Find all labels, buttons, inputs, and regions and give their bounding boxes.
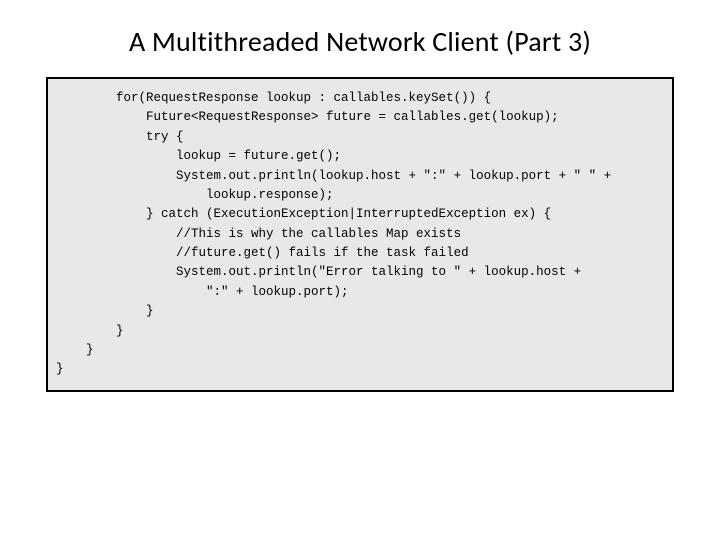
slide-title: A Multithreaded Network Client (Part 3) [46,24,674,59]
code-block: for(RequestResponse lookup : callables.k… [46,77,674,392]
slide-container: A Multithreaded Network Client (Part 3) … [0,0,720,540]
